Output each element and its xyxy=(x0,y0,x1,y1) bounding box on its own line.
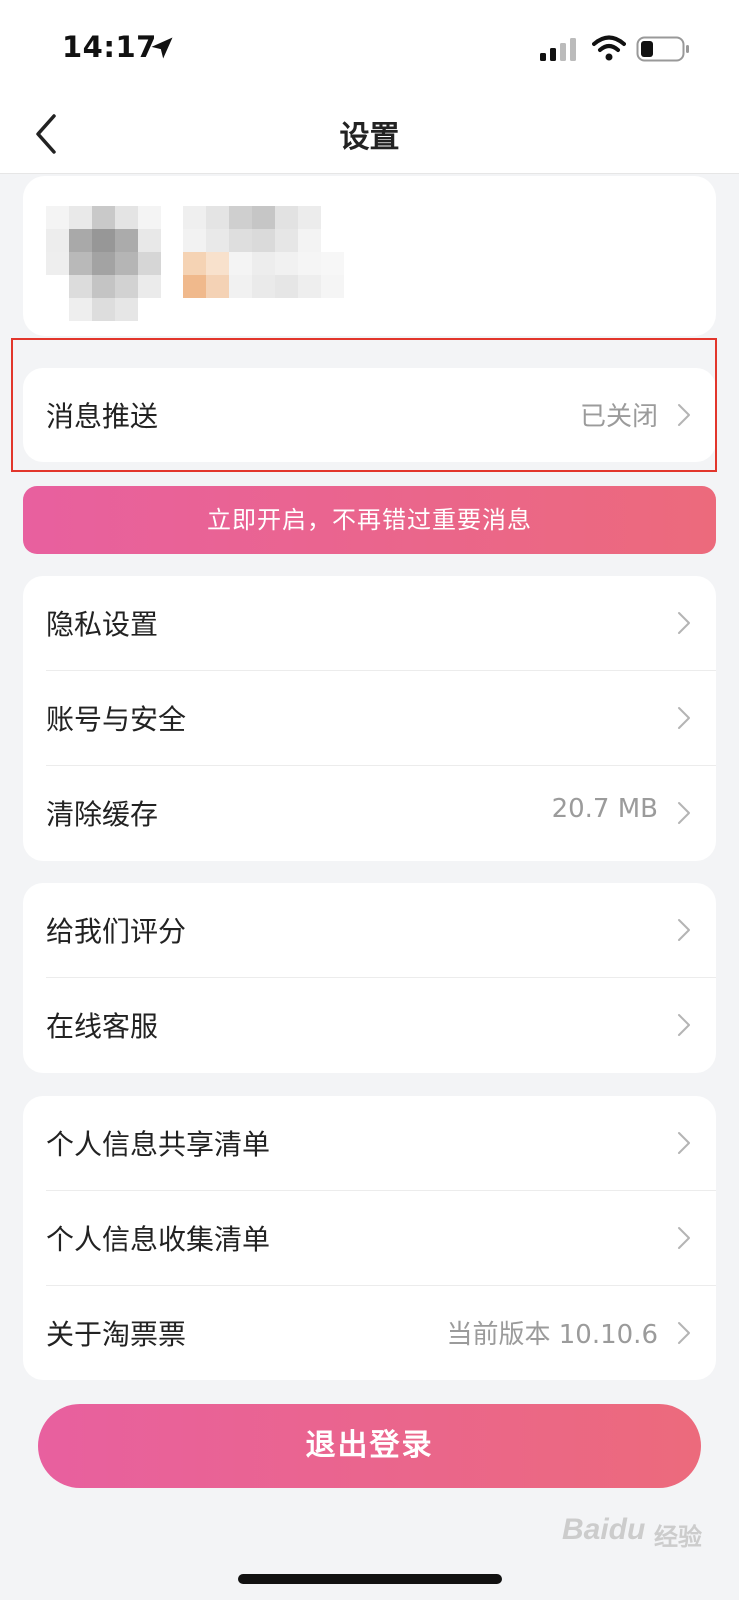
settings-group-1: 隐私设置 账号与安全 清除缓存 20.7 MB xyxy=(23,576,716,861)
chevron-right-icon xyxy=(678,919,690,941)
row-label: 清除缓存 xyxy=(46,798,159,831)
rate-us-row[interactable]: 给我们评分 xyxy=(23,883,716,977)
account-security-row[interactable]: 账号与安全 xyxy=(23,671,716,765)
home-indicator xyxy=(238,1574,502,1584)
status-bar: 14:17 xyxy=(0,0,739,96)
profile-card[interactable] xyxy=(23,176,716,336)
chevron-right-icon xyxy=(678,1014,690,1036)
info-sharing-list-row[interactable]: 个人信息共享清单 xyxy=(23,1096,716,1190)
app-version-value: 当前版本 10.10.6 xyxy=(446,1320,658,1350)
chevron-right-icon xyxy=(678,1322,690,1344)
location-arrow-icon xyxy=(151,37,173,59)
wifi-icon xyxy=(592,35,626,61)
row-label: 个人信息收集清单 xyxy=(46,1223,271,1256)
chevron-right-icon xyxy=(678,707,690,729)
highlight-box xyxy=(11,338,717,472)
page-title: 设置 xyxy=(339,120,400,155)
enable-notification-banner[interactable]: 立即开启，不再错过重要消息 xyxy=(23,486,716,554)
info-collection-list-row[interactable]: 个人信息收集清单 xyxy=(23,1191,716,1285)
chevron-right-icon xyxy=(678,1132,690,1154)
cellular-signal-icon xyxy=(540,38,576,61)
cache-size-value: 20.7 MB xyxy=(551,794,658,824)
chevron-right-icon xyxy=(678,1227,690,1249)
privacy-settings-row[interactable]: 隐私设置 xyxy=(23,576,716,670)
settings-group-2: 给我们评分 在线客服 xyxy=(23,883,716,1073)
about-row[interactable]: 关于淘票票 当前版本 10.10.6 xyxy=(23,1286,716,1380)
row-label: 账号与安全 xyxy=(46,703,187,736)
watermark-suffix: 经验 xyxy=(654,1524,702,1551)
chevron-right-icon xyxy=(678,612,690,634)
row-label: 给我们评分 xyxy=(46,915,187,948)
row-label: 在线客服 xyxy=(46,1010,159,1043)
watermark-brand: Baidu xyxy=(562,1513,646,1546)
row-label: 关于淘票票 xyxy=(46,1318,187,1351)
battery-icon xyxy=(636,36,689,62)
logout-button[interactable]: 退出登录 xyxy=(38,1404,701,1488)
row-label: 隐私设置 xyxy=(46,608,159,641)
row-label: 个人信息共享清单 xyxy=(46,1128,271,1161)
status-time: 14:17 xyxy=(62,30,157,64)
clear-cache-row[interactable]: 清除缓存 20.7 MB xyxy=(23,766,716,860)
settings-group-3: 个人信息共享清单 个人信息收集清单 关于淘票票 当前版本 10.10.6 xyxy=(23,1096,716,1380)
online-support-row[interactable]: 在线客服 xyxy=(23,978,716,1072)
baidu-watermark: Baidu 经验 xyxy=(562,1505,712,1555)
chevron-right-icon xyxy=(678,802,690,824)
nav-bar: 设置 xyxy=(0,96,739,174)
